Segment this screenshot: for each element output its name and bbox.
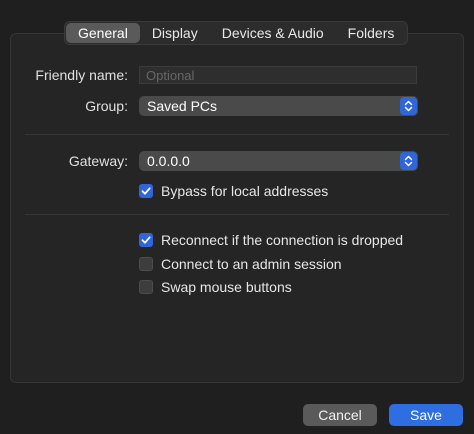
admin-session-label: Connect to an admin session [161, 256, 342, 272]
checkmark-icon [139, 184, 153, 198]
swap-mouse-label: Swap mouse buttons [161, 279, 292, 295]
cancel-button[interactable]: Cancel [303, 404, 377, 426]
checkbox-empty-icon [139, 257, 153, 271]
checkbox-empty-icon [139, 280, 153, 294]
group-popup[interactable]: Saved PCs [139, 96, 418, 116]
chevron-updown-icon [400, 152, 417, 170]
tab-display[interactable]: Display [140, 23, 210, 43]
general-settings-panel [10, 33, 464, 383]
gateway-popup[interactable]: 0.0.0.0 [139, 151, 418, 171]
section-divider [25, 134, 449, 135]
tab-general[interactable]: General [66, 23, 140, 43]
group-label: Group: [85, 98, 128, 114]
tab-bar: General Display Devices & Audio Folders [64, 21, 409, 45]
bypass-local-label: Bypass for local addresses [161, 183, 329, 199]
edit-pc-window: General Display Devices & Audio Folders … [0, 0, 474, 434]
reconnect-checkbox[interactable]: Reconnect if the connection is dropped [139, 232, 403, 248]
reconnect-label: Reconnect if the connection is dropped [161, 232, 404, 248]
checkmark-icon [139, 233, 153, 247]
group-value: Saved PCs [147, 98, 218, 114]
tab-devices-audio[interactable]: Devices & Audio [210, 23, 336, 43]
section-divider [25, 214, 449, 215]
friendly-name-field[interactable] [139, 66, 417, 84]
tab-folders[interactable]: Folders [336, 23, 407, 43]
bypass-local-checkbox[interactable]: Bypass for local addresses [139, 183, 328, 199]
gateway-value: 0.0.0.0 [147, 153, 190, 169]
swap-mouse-checkbox[interactable]: Swap mouse buttons [139, 279, 292, 295]
gateway-label: Gateway: [68, 153, 128, 169]
friendly-name-label: Friendly name: [35, 67, 128, 83]
save-button[interactable]: Save [389, 404, 463, 426]
chevron-updown-icon [400, 97, 417, 115]
admin-session-checkbox[interactable]: Connect to an admin session [139, 256, 342, 272]
